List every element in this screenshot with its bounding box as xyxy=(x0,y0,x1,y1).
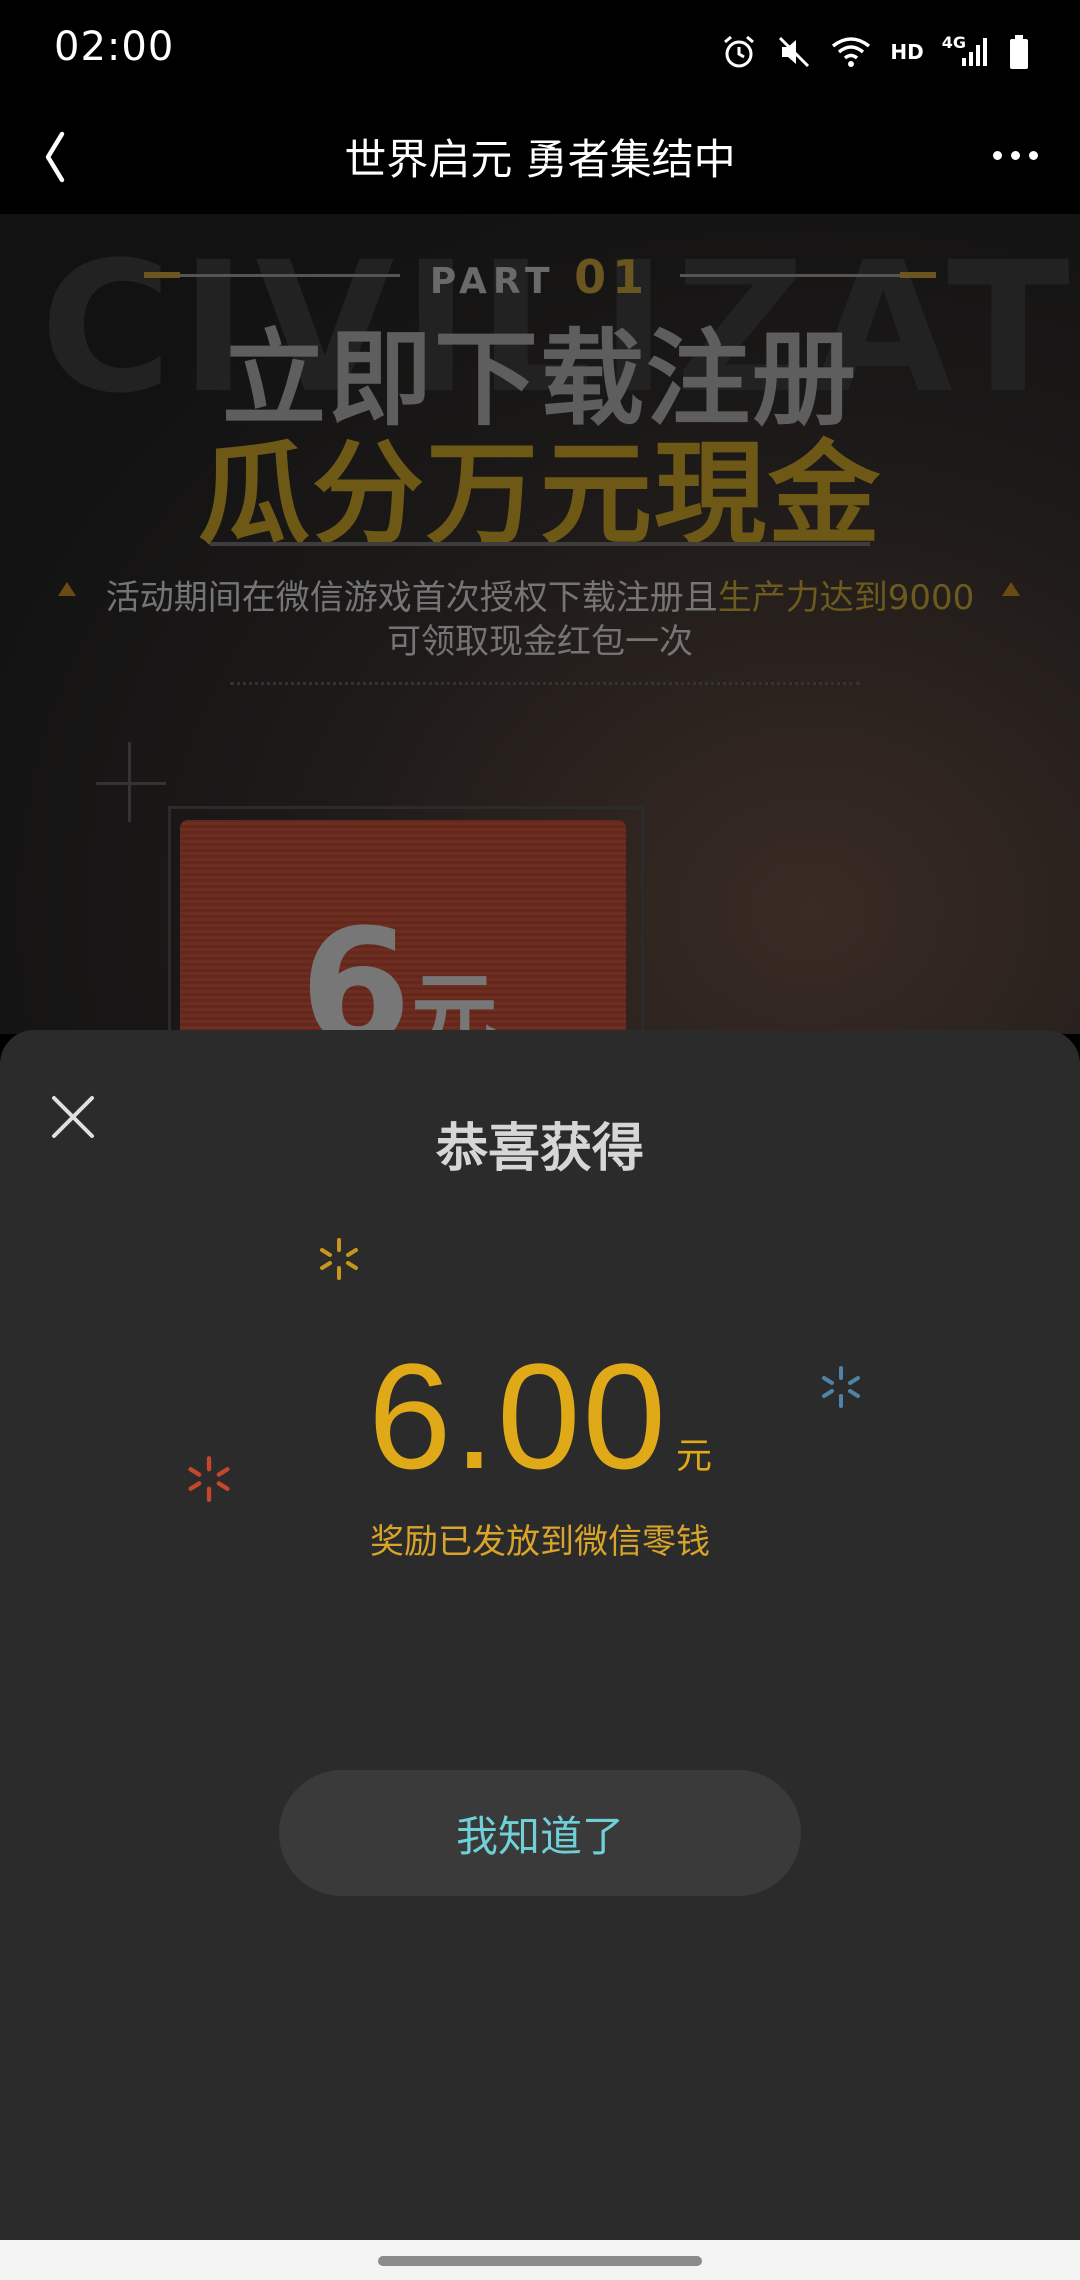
dialog-title: 恭喜获得 xyxy=(435,1119,644,1179)
description-text: 活动期间在微信游戏首次授权下载注册且 xyxy=(105,578,718,618)
gesture-area xyxy=(0,2240,1080,2280)
description-highlight: 生产力达到9000 xyxy=(717,578,975,618)
card-amount: 6元 xyxy=(300,894,497,1034)
amount-value: 6.00 xyxy=(368,1332,668,1500)
webview-content: CIVILIZATION PART 01 立即下载注册 瓜分万元現金 活动期间在… xyxy=(0,214,1080,1034)
more-horizontal-icon[interactable] xyxy=(980,130,1050,180)
status-icons: HD 4G xyxy=(720,28,1030,76)
home-indicator[interactable] xyxy=(378,2256,702,2266)
mute-icon xyxy=(776,32,812,72)
status-time: 02:00 xyxy=(54,24,175,70)
event-description-line2: 可领取现金红包一次 xyxy=(387,622,693,662)
alarm-icon xyxy=(720,32,758,72)
crosshair-icon xyxy=(96,782,166,785)
card-amount-unit: 元 xyxy=(411,964,498,1034)
reward-dialog: 恭喜获得 6.00 元 奖励已发放到微信零钱 我知道了 xyxy=(0,1030,1080,2240)
sparkle-icon xyxy=(320,1238,358,1280)
divider xyxy=(210,542,870,546)
battery-icon xyxy=(1008,32,1030,72)
signal-4g-icon: 4G xyxy=(942,32,990,72)
reward-note: 奖励已发放到微信零钱 xyxy=(370,1522,710,1562)
reward-amount: 6.00 元 xyxy=(0,1330,1080,1503)
amount-currency: 元 xyxy=(675,1436,712,1477)
status-bar: 02:00 HD 4G xyxy=(0,0,1080,100)
card-amount-value: 6 xyxy=(300,894,412,1034)
divider xyxy=(230,682,860,695)
hd-icon: HD xyxy=(890,40,924,64)
event-description: 活动期间在微信游戏首次授权下载注册且生产力达到9000 xyxy=(0,570,1080,619)
confirm-button[interactable]: 我知道了 xyxy=(279,1770,801,1896)
nav-bar: 世界启元 勇者集结中 xyxy=(0,100,1080,214)
network-label: 4G xyxy=(941,32,966,52)
page-title: 世界启元 勇者集结中 xyxy=(344,135,736,184)
wifi-icon xyxy=(830,32,872,72)
